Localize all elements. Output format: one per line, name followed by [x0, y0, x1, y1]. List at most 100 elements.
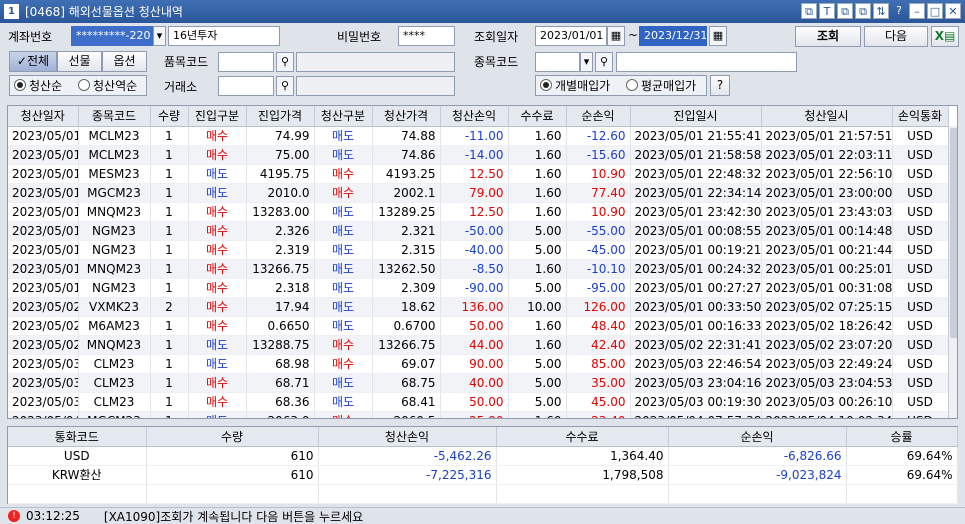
table-cell: 0.6650 — [246, 316, 315, 336]
column-header[interactable]: 순손익 — [566, 106, 631, 127]
average-price-radio[interactable]: 평균매입가 — [626, 75, 696, 95]
calendar-icon[interactable]: ▦ — [607, 26, 625, 46]
search-icon[interactable]: ⚲ — [276, 76, 294, 96]
table-cell: -55.00 — [566, 221, 631, 241]
table-cell: 13262.50 — [372, 259, 441, 279]
minimize-button[interactable]: – — [909, 3, 925, 19]
table-row[interactable]: 2023/05/01 NGM23 1 매수 2.326 매도 2.321 -50.00 5.00… — [8, 221, 949, 241]
column-header[interactable]: 청산가격 — [372, 106, 441, 127]
account-label: 계좌번호 — [8, 30, 53, 44]
table-cell: -8.50 — [440, 259, 509, 279]
column-header[interactable]: 청산손익 — [440, 106, 509, 127]
summary-cell — [846, 484, 958, 504]
product-name-field — [296, 52, 455, 72]
table-row[interactable]: 2023/05/03 CLM23 1 매도 68.98 매수 69.07 90.00 5.00 8… — [8, 354, 949, 374]
table-row[interactable]: 2023/05/03 CLM23 1 매수 68.71 매도 68.75 40.00 5.00 3… — [8, 373, 949, 393]
table-row[interactable]: 2023/05/01 MCLM23 1 매수 74.99 매도 74.88 -11.00 1.6… — [8, 126, 949, 146]
excel-icon[interactable]: X▤ — [931, 26, 959, 47]
table-row[interactable]: 2023/05/01 NGM23 1 매수 2.319 매도 2.315 -40.00 5.00… — [8, 240, 949, 260]
exchange-input[interactable] — [218, 76, 274, 96]
table-row[interactable]: 2023/05/04MGCM231매도2063.0매수2060.525.001.… — [8, 411, 949, 418]
sort-desc-radio[interactable]: 청산역순 — [78, 75, 137, 95]
password-input[interactable]: **** — [398, 26, 455, 46]
table-cell: 2023/05/02 23:07:20 — [761, 335, 893, 355]
maximize-button[interactable]: □ — [927, 3, 943, 19]
scrollbar-thumb[interactable] — [950, 128, 957, 338]
account-dropdown-icon[interactable]: ▾ — [153, 26, 166, 46]
table-row[interactable]: 2023/05/01 MESM23 1 매도 4195.75 매수 4193.25 12.50… — [8, 164, 949, 184]
table-cell: 1 — [150, 259, 189, 279]
next-button[interactable]: 다음 — [864, 26, 928, 47]
column-header[interactable]: 진입일시 — [630, 106, 762, 127]
table-row[interactable]: 2023/05/02 MNQM23 1 매도 13288.75 매수 13266.75 44.… — [8, 335, 949, 355]
search-icon[interactable]: ⚲ — [595, 52, 613, 72]
text-icon[interactable]: T — [819, 3, 835, 19]
column-header[interactable]: 수량 — [150, 106, 189, 127]
help-icon[interactable]: ? — [891, 3, 907, 19]
table-cell: 4193.25 — [372, 164, 441, 184]
item-code-input[interactable] — [535, 52, 580, 72]
table-cell: 매수 — [188, 278, 247, 298]
column-header[interactable]: 청산일자 — [8, 106, 79, 127]
tab-futures[interactable]: 선물 — [57, 51, 102, 72]
help-button[interactable]: ? — [710, 75, 730, 96]
table-row[interactable]: 2023/05/02 VXMK23 2 매수 17.94 매도 18.62 136.00 10.… — [8, 297, 949, 317]
search-icon[interactable]: ⚲ — [276, 52, 294, 72]
table-cell: 2023/05/01 — [8, 202, 79, 222]
date-from-input[interactable]: 2023/01/01 — [535, 26, 607, 46]
column-header[interactable]: 진입가격 — [246, 106, 315, 127]
column-header[interactable]: 진입구분 — [188, 106, 247, 127]
column-header[interactable]: 손익통화 — [892, 106, 949, 127]
sort-icon[interactable]: ⇅ — [873, 3, 889, 19]
exchange-name-field — [296, 76, 455, 96]
vertical-scrollbar[interactable] — [948, 126, 957, 418]
date-to-input[interactable]: 2023/12/31 — [639, 26, 707, 46]
search-button[interactable]: 조회 — [795, 26, 861, 47]
table-cell: 13283.00 — [246, 202, 315, 222]
table-cell: 126.00 — [566, 297, 631, 317]
sort-asc-radio[interactable]: 청산순 — [14, 75, 62, 95]
table-row[interactable]: 2023/05/01 NGM23 1 매수 2.318 매도 2.309 -90.00 5.00… — [8, 278, 949, 298]
column-header[interactable]: 청산일시 — [761, 106, 893, 127]
copy-icon[interactable]: ⧉ — [837, 3, 853, 19]
tab-all[interactable]: ✓전체 — [9, 51, 57, 72]
table-cell: 77.40 — [566, 183, 631, 203]
link-window-icon[interactable]: ⧉ — [801, 3, 817, 19]
table-cell: 69.07 — [372, 354, 441, 374]
table-row[interactable]: 2023/05/01 MNQM23 1 매수 13266.75 매도 13262.50 -8.… — [8, 259, 949, 279]
table-cell: 12.50 — [440, 164, 509, 184]
table-cell: 2.326 — [246, 221, 315, 241]
column-header[interactable]: 청산구분 — [314, 106, 373, 127]
table-cell: 1 — [150, 316, 189, 336]
title-bar-buttons: ⧉ T ⧉ ⧉ ⇅ ? – □ ✕ — [801, 3, 961, 19]
table-cell: 68.75 — [372, 373, 441, 393]
table-cell: -10.10 — [566, 259, 631, 279]
table-cell: 2023/05/01 22:03:11 — [761, 145, 893, 165]
product-code-input[interactable] — [218, 52, 274, 72]
table-cell: 2023/05/03 — [8, 354, 79, 374]
table-cell: 1.60 — [508, 316, 567, 336]
account-number-field[interactable]: *********-220 — [71, 26, 153, 46]
table-cell: 2023/05/01 — [8, 240, 79, 260]
table-row[interactable]: 2023/05/01 MGCM23 1 매도 2010.0 매수 2002.1 79.00 1.… — [8, 183, 949, 203]
tab-options[interactable]: 옵션 — [102, 51, 147, 72]
table-cell: 1 — [150, 145, 189, 165]
close-button[interactable]: ✕ — [945, 3, 961, 19]
summary-cell — [496, 484, 669, 504]
column-header[interactable]: 종목코드 — [78, 106, 151, 127]
table-row[interactable]: 2023/05/01 MNQM23 1 매수 13283.00 매도 13289.25 12.… — [8, 202, 949, 222]
table-cell: 2023/05/01 21:58:58 — [630, 145, 762, 165]
table-row[interactable]: 2023/05/03 CLM23 1 매수 68.36 매도 68.41 50.00 5.00 4… — [8, 392, 949, 412]
individual-price-radio[interactable]: 개별매입가 — [540, 75, 610, 95]
column-header[interactable]: 수수료 — [508, 106, 567, 127]
calendar-icon[interactable]: ▦ — [709, 26, 727, 46]
status-time: 03:12:25 — [26, 509, 80, 523]
summary-column-header: 통화코드 — [8, 427, 147, 447]
table-row[interactable]: 2023/05/02 M6AM23 1 매수 0.6650 매도 0.6700 50.00 1.… — [8, 316, 949, 336]
table-row[interactable]: 2023/05/01 MCLM23 1 매수 75.00 매도 74.86 -14.00 1.6… — [8, 145, 949, 165]
table-cell: 1.60 — [508, 145, 567, 165]
export-icon[interactable]: ⧉ — [855, 3, 871, 19]
table-cell: 2023/05/03 22:49:24 — [761, 354, 893, 374]
table-cell: 2023/05/01 00:25:01 — [761, 259, 893, 279]
item-dropdown-icon[interactable]: ▾ — [580, 52, 593, 72]
